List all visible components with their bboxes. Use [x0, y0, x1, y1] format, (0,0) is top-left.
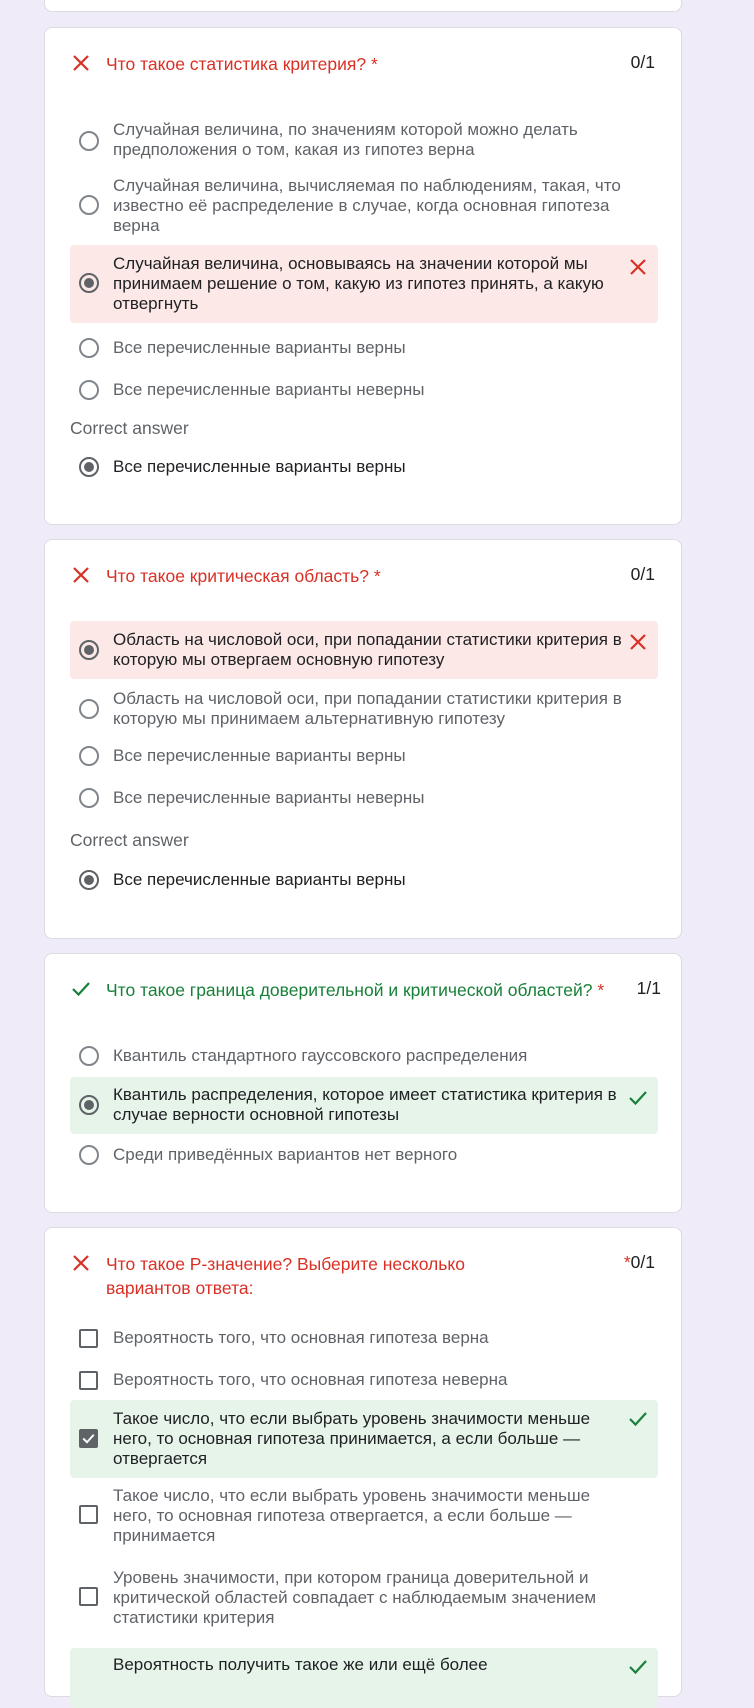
option-label: Вероятность получить такое же или ещё бо… — [113, 1655, 488, 1674]
option-6-checked[interactable]: Вероятность получить такое же или ещё бо… — [70, 1648, 658, 1708]
checkmark-icon — [82, 1434, 95, 1444]
radio-button[interactable] — [79, 1145, 99, 1165]
radio-button[interactable] — [79, 338, 99, 358]
correct-answer-label: Correct answer — [70, 418, 189, 438]
radio-button[interactable] — [79, 788, 99, 808]
question-score: 1/1 — [636, 978, 661, 998]
question-score: 0/1 — [630, 52, 655, 72]
option-label: Квантиль распределения, которое имеет ст… — [113, 1085, 617, 1124]
option-label: Все перечисленные варианты верны — [113, 457, 406, 476]
option-4[interactable]: Все перечисленные варианты неверны — [70, 780, 658, 816]
question-title: Что такое граница доверительной и критич… — [106, 980, 605, 1000]
question-card-4: Что такое P-значение? Выберите несколько… — [44, 1227, 682, 1708]
correct-answer-label: Correct answer — [70, 830, 189, 850]
option-5[interactable]: Уровень значимости, при котором граница … — [70, 1566, 658, 1630]
question-card-3: Что такое граница доверительной и критич… — [44, 953, 682, 1213]
option-1[interactable]: Случайная величина, по значениям которой… — [70, 116, 658, 164]
option-1-selected[interactable]: Область на числовой оси, при попадании с… — [70, 621, 658, 679]
option-2[interactable]: Вероятность того, что основная гипотеза … — [70, 1362, 658, 1398]
option-label: Область на числовой оси, при попадании с… — [113, 689, 622, 728]
option-4[interactable]: Все перечисленные варианты верны — [70, 330, 658, 366]
radio-button[interactable] — [79, 380, 99, 400]
question-title: Что такое P-значение? Выберите несколько… — [106, 1254, 465, 1298]
radio-button-checked — [79, 457, 99, 477]
question-header: Что такое статистика критерия? * 0/1 — [71, 50, 655, 80]
question-header: Что такое P-значение? Выберите несколько… — [71, 1250, 655, 1298]
radio-button-checked[interactable] — [79, 1095, 99, 1115]
correct-check-icon — [629, 1091, 647, 1106]
question-title: Что такое статистика критерия? * — [106, 54, 378, 74]
option-3[interactable]: Среди приведённых вариантов нет верного — [70, 1137, 658, 1173]
radio-button[interactable] — [79, 195, 99, 215]
checkbox[interactable] — [79, 1505, 98, 1524]
checkbox[interactable] — [79, 1329, 98, 1348]
question-score: *0/1 — [623, 1252, 655, 1272]
checkbox[interactable] — [79, 1587, 98, 1606]
correct-answer-option: Все перечисленные варианты верны — [70, 449, 658, 485]
correct-check-icon — [629, 1660, 647, 1675]
checkbox[interactable] — [79, 1371, 98, 1390]
question-card-1: Что такое статистика критерия? * 0/1 Слу… — [44, 27, 682, 525]
option-label: Такое число, что если выбрать уровень зн… — [113, 1486, 591, 1545]
correct-check-icon — [629, 1412, 647, 1427]
radio-button-checked[interactable] — [79, 273, 99, 293]
option-label: Все перечисленные варианты неверны — [113, 380, 425, 399]
option-5[interactable]: Все перечисленные варианты неверны — [70, 372, 658, 408]
option-3[interactable]: Все перечисленные варианты верны — [70, 738, 658, 774]
option-label: Вероятность того, что основная гипотеза … — [113, 1328, 489, 1347]
option-2[interactable]: Случайная величина, вычисляемая по наблю… — [70, 174, 658, 238]
option-label: Квантиль стандартного гауссовского распр… — [113, 1046, 528, 1065]
option-label: Все перечисленные варианты верны — [113, 746, 406, 765]
option-label: Область на числовой оси, при попадании с… — [113, 630, 622, 669]
correct-check-icon — [72, 982, 90, 997]
wrong-x-icon — [630, 259, 646, 275]
checkbox-checked[interactable] — [79, 1429, 98, 1448]
question-card-2: Что такое критическая область? * 0/1 Обл… — [44, 539, 682, 939]
radio-button[interactable] — [79, 699, 99, 719]
previous-question-card — [44, 0, 682, 12]
option-label: Такое число, что если выбрать уровень зн… — [113, 1409, 591, 1468]
question-title: Что такое критическая область? * — [106, 566, 381, 586]
option-2[interactable]: Область на числовой оси, при попадании с… — [70, 685, 658, 733]
option-label: Все перечисленные варианты неверны — [113, 788, 425, 807]
option-label: Случайная величина, вычисляемая по наблю… — [113, 176, 621, 235]
option-label: Уровень значимости, при котором граница … — [113, 1568, 597, 1627]
option-4[interactable]: Такое число, что если выбрать уровень зн… — [70, 1484, 658, 1548]
question-header: Что такое граница доверительной и критич… — [71, 976, 661, 1006]
option-3-checked[interactable]: Такое число, что если выбрать уровень зн… — [70, 1400, 658, 1478]
radio-button[interactable] — [79, 131, 99, 151]
wrong-x-icon — [630, 634, 646, 650]
option-2-selected[interactable]: Квантиль распределения, которое имеет ст… — [70, 1077, 658, 1134]
wrong-x-icon — [73, 567, 89, 583]
option-label: Среди приведённых вариантов нет верного — [113, 1145, 458, 1164]
question-header: Что такое критическая область? * 0/1 — [71, 562, 655, 592]
radio-button[interactable] — [79, 746, 99, 766]
option-1[interactable]: Квантиль стандартного гауссовского распр… — [70, 1038, 658, 1074]
radio-button[interactable] — [79, 1046, 99, 1066]
question-score: 0/1 — [630, 564, 655, 584]
option-1[interactable]: Вероятность того, что основная гипотеза … — [70, 1320, 658, 1356]
option-3-selected[interactable]: Случайная величина, основываясь на значе… — [70, 245, 658, 323]
option-label: Вероятность того, что основная гипотеза … — [113, 1370, 508, 1389]
option-label: Все перечисленные варианты верны — [113, 338, 406, 357]
wrong-x-icon — [73, 55, 89, 71]
radio-button-checked[interactable] — [79, 640, 99, 660]
option-label: Случайная величина, основываясь на значе… — [113, 254, 604, 313]
correct-answer-option: Все перечисленные варианты верны — [70, 862, 658, 898]
option-label: Случайная величина, по значениям которой… — [113, 120, 578, 159]
wrong-x-icon — [73, 1255, 89, 1271]
option-label: Все перечисленные варианты верны — [113, 870, 406, 889]
radio-button-checked — [79, 870, 99, 890]
